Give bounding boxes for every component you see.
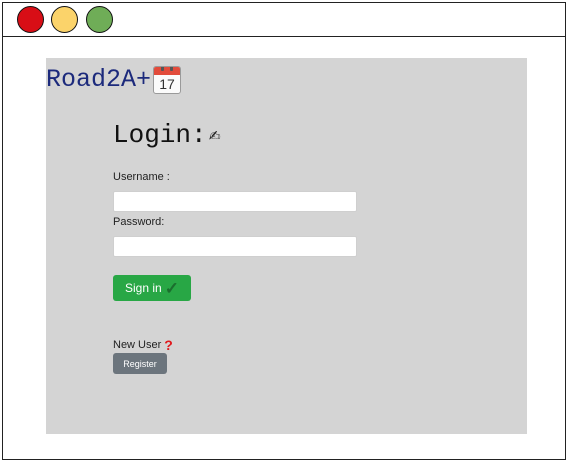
browser-window: Road2A+ 17 Login: ✍ Username : Password:…	[2, 2, 566, 460]
check-icon: ✓	[164, 278, 179, 298]
password-label: Password:	[113, 216, 165, 228]
minimize-window-button[interactable]	[51, 6, 78, 33]
username-label: Username :	[113, 171, 170, 183]
maximize-window-button[interactable]	[86, 6, 113, 33]
register-button[interactable]: Register	[113, 353, 167, 374]
question-mark-icon: ?	[164, 337, 173, 353]
window-titlebar	[3, 3, 565, 37]
login-heading-text: Login:	[113, 120, 207, 150]
sign-in-label: Sign in	[125, 281, 162, 295]
calendar-icon: 17	[153, 65, 182, 94]
new-user-prompt: New User ?	[113, 337, 173, 353]
close-window-button[interactable]	[17, 6, 44, 33]
sign-in-button[interactable]: Sign in ✓	[113, 275, 191, 301]
writing-hand-icon: ✍	[208, 125, 221, 148]
new-user-text: New User	[113, 339, 162, 351]
password-input[interactable]	[113, 236, 357, 257]
username-input[interactable]	[113, 191, 357, 212]
calendar-icon-number: 17	[159, 75, 175, 92]
brand-logo[interactable]: Road2A+ 17	[46, 65, 182, 94]
login-heading: Login: ✍	[113, 120, 221, 150]
login-panel: Road2A+ 17 Login: ✍ Username : Password:…	[46, 58, 527, 434]
brand-title: Road2A+	[46, 65, 152, 94]
